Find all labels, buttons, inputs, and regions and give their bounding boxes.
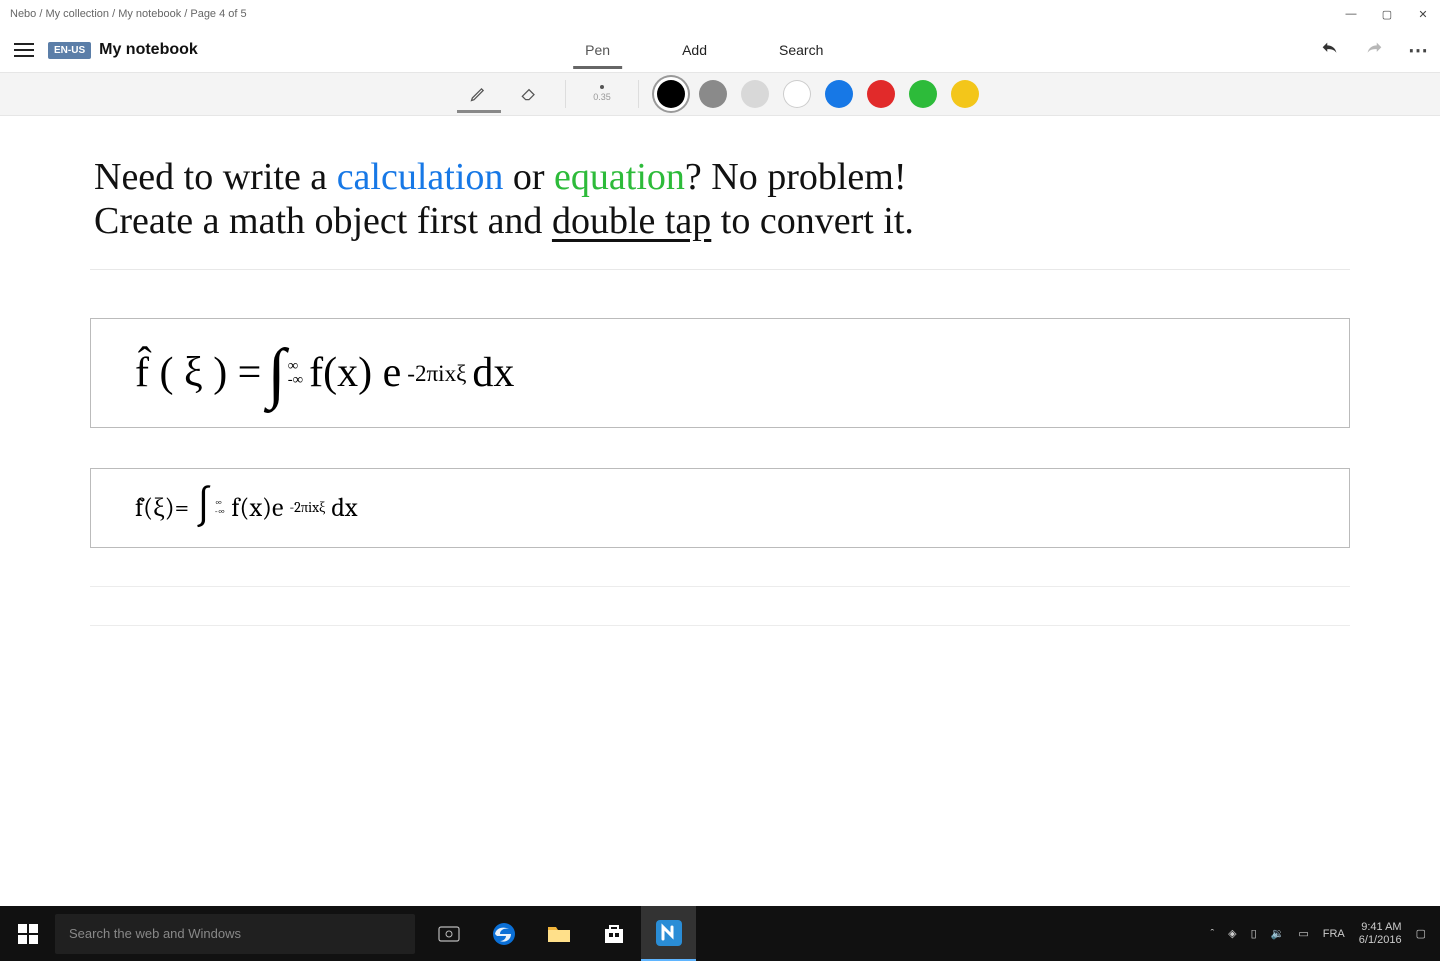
- hw-text-blue: calculation: [337, 156, 504, 198]
- pen-tool-button[interactable]: [457, 75, 501, 113]
- color-swatch-gray[interactable]: [699, 80, 727, 108]
- mode-tabs: Pen Add Search: [573, 32, 835, 69]
- hw-text-green: equation: [554, 156, 685, 198]
- hw-text-underlined: double tap: [552, 200, 711, 242]
- pen-icon: [469, 83, 489, 103]
- color-swatch-green[interactable]: [909, 80, 937, 108]
- math-expression: f(x)e: [231, 493, 283, 523]
- math-expression: dx: [472, 349, 514, 397]
- toolbar-separator: [638, 80, 639, 108]
- note-canvas[interactable]: Need to write a calculation or equation?…: [0, 116, 1440, 906]
- windows-taskbar: Search the web and Windows ˆ ◈ ▯ 🔉 ▭ FRA…: [0, 906, 1440, 961]
- tray-clock[interactable]: 9:41 AM 6/1/2016: [1359, 921, 1402, 945]
- hamburger-icon: [14, 43, 34, 57]
- hw-text: ? No problem!: [685, 156, 907, 198]
- windows-logo-icon: [18, 924, 38, 944]
- action-center-button[interactable]: ▢: [1416, 927, 1426, 940]
- math-exponent: -2πixξ: [407, 360, 466, 387]
- tab-search[interactable]: Search: [767, 32, 835, 69]
- color-swatch-white[interactable]: [783, 80, 811, 108]
- taskbar-app-store[interactable]: [586, 906, 641, 961]
- math-object-rendered[interactable]: f̂(ξ)= ∫ ∞ -∞ f(x)e-2πixξdx: [90, 468, 1350, 548]
- math-expression: f(x) e: [309, 349, 401, 397]
- tray-language[interactable]: FRA: [1323, 928, 1345, 940]
- redo-button[interactable]: [1360, 36, 1388, 64]
- folder-icon: [547, 924, 571, 944]
- handwritten-paragraph[interactable]: Need to write a calculation or equation?…: [90, 156, 1350, 270]
- window-close-button[interactable]: ✕: [1416, 8, 1430, 21]
- ruled-line: [90, 586, 1350, 587]
- window-maximize-button[interactable]: ▢: [1380, 8, 1394, 21]
- taskbar-app-nebo[interactable]: [641, 906, 696, 961]
- eraser-icon: [519, 83, 539, 103]
- ruled-line: [90, 625, 1350, 626]
- language-badge[interactable]: EN-US: [48, 42, 91, 59]
- thickness-label: 0.35: [593, 92, 611, 102]
- hamburger-menu-button[interactable]: [8, 34, 40, 66]
- tray-battery-icon[interactable]: ▭: [1298, 927, 1308, 940]
- eraser-tool-button[interactable]: [507, 75, 551, 113]
- hw-text: Create a math object first and: [94, 200, 552, 242]
- math-expression: dx: [331, 493, 357, 523]
- taskbar-search-input[interactable]: Search the web and Windows: [55, 914, 415, 954]
- app-header: EN-US My notebook Pen Add Search ⋯: [0, 28, 1440, 72]
- hw-text: Need to write a: [94, 156, 337, 198]
- math-object-handwritten[interactable]: f̂ ( ξ ) = ∫ ∞ -∞ f(x) e-2πixξ dx: [90, 318, 1350, 428]
- tray-volume-icon[interactable]: 🔉: [1271, 927, 1285, 940]
- window-minimize-button[interactable]: —: [1344, 8, 1358, 21]
- start-button[interactable]: [0, 906, 55, 961]
- color-swatch-lightgray[interactable]: [741, 80, 769, 108]
- task-view-button[interactable]: [421, 906, 476, 961]
- tray-location-icon[interactable]: ◈: [1228, 927, 1236, 940]
- math-expression: f̂(ξ)=: [135, 493, 189, 523]
- taskbar-app-explorer[interactable]: [531, 906, 586, 961]
- system-tray: ˆ ◈ ▯ 🔉 ▭ FRA 9:41 AM 6/1/2016 ▢: [1210, 921, 1440, 945]
- tray-date: 6/1/2016: [1359, 934, 1402, 946]
- nebo-icon: [656, 920, 682, 946]
- integral-limits: ∞ -∞: [215, 499, 226, 517]
- tray-network-icon[interactable]: ▯: [1251, 927, 1257, 940]
- redo-icon: [1363, 39, 1385, 61]
- task-view-icon: [438, 926, 460, 942]
- tray-chevron-icon[interactable]: ˆ: [1210, 928, 1214, 940]
- store-icon: [603, 923, 625, 945]
- integral-limits: ∞ -∞: [288, 359, 303, 388]
- math-exponent: -2πixξ: [289, 499, 325, 517]
- tab-add[interactable]: Add: [670, 32, 719, 69]
- thickness-dot-icon: [599, 84, 605, 90]
- more-button[interactable]: ⋯: [1404, 36, 1432, 64]
- thickness-button[interactable]: 0.35: [580, 75, 624, 113]
- edge-icon: [491, 921, 517, 947]
- pen-toolbar: 0.35: [0, 72, 1440, 116]
- math-expression: f̂ ( ξ ) =: [135, 349, 261, 397]
- color-swatch-blue[interactable]: [825, 80, 853, 108]
- breadcrumb: Nebo / My collection / My notebook / Pag…: [10, 8, 1344, 20]
- toolbar-separator: [565, 80, 566, 108]
- color-swatch-black[interactable]: [657, 80, 685, 108]
- taskbar-app-edge[interactable]: [476, 906, 531, 961]
- color-swatch-yellow[interactable]: [951, 80, 979, 108]
- window-titlebar: Nebo / My collection / My notebook / Pag…: [0, 0, 1440, 28]
- tab-pen[interactable]: Pen: [573, 32, 622, 69]
- color-swatch-red[interactable]: [867, 80, 895, 108]
- undo-button[interactable]: [1316, 36, 1344, 64]
- undo-icon: [1319, 39, 1341, 61]
- notebook-title: My notebook: [99, 41, 198, 59]
- hw-text: or: [503, 156, 554, 198]
- tray-time: 9:41 AM: [1359, 921, 1402, 933]
- hw-text: to convert it.: [711, 200, 914, 242]
